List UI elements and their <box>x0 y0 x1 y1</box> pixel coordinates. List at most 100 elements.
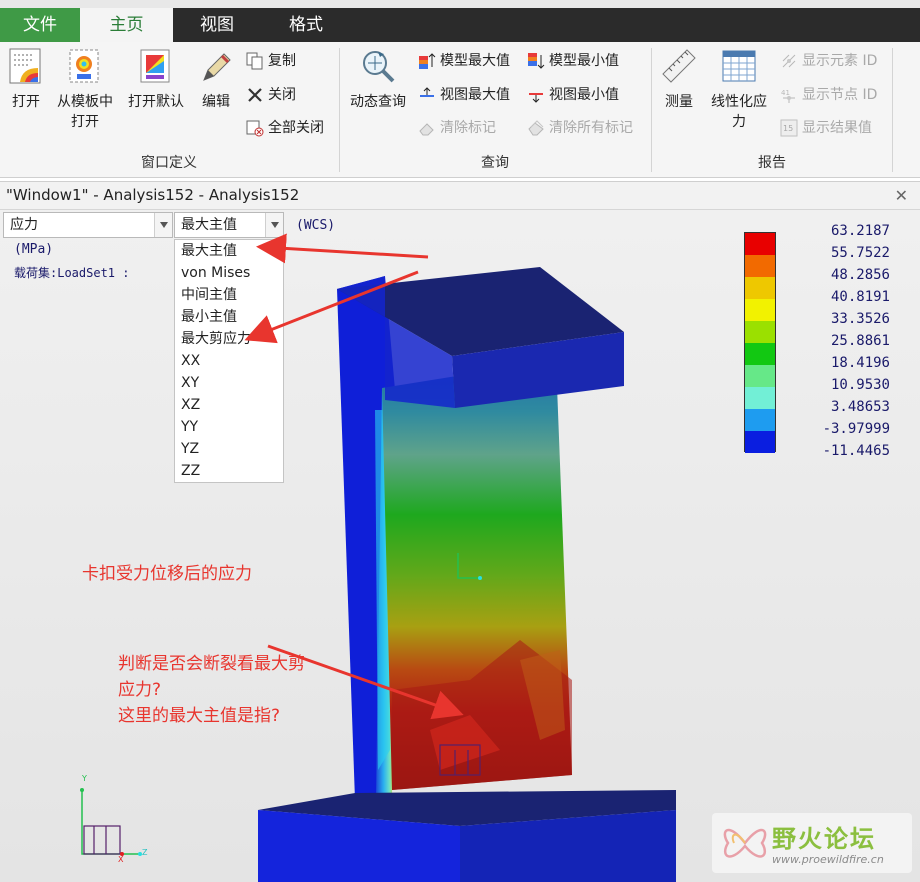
annotation-question-line-2: 应力? <box>118 680 162 700</box>
legend-value: -3.97999 <box>822 421 890 437</box>
top-strip <box>0 0 920 8</box>
legend-swatch <box>745 343 775 365</box>
option-xy[interactable]: XY <box>175 372 283 394</box>
legend-swatch <box>745 365 775 387</box>
chevron-down-icon <box>265 213 283 237</box>
triad-z-label: Z <box>142 848 148 857</box>
option-von-mises[interactable]: von Mises <box>175 262 283 284</box>
close-x-icon <box>246 86 264 104</box>
view-max-button[interactable]: 视图最大值 <box>418 82 510 108</box>
show-element-id-button[interactable]: 显示元素 ID <box>780 48 877 74</box>
annotation-question-line-1: 判断是否会断裂看最大剪 <box>118 654 305 674</box>
close-all-button[interactable]: 全部关闭 <box>246 115 324 141</box>
clear-marks-button[interactable]: 清除标记 <box>418 115 496 141</box>
tab-home[interactable]: 主页 <box>80 8 173 42</box>
open-from-template-button[interactable]: 从模板中 打开 <box>54 48 116 132</box>
model-max-icon <box>418 52 436 70</box>
load-set-label: 载荷集:LoadSet1 : <box>14 266 130 280</box>
option-xx[interactable]: XX <box>175 350 283 372</box>
legend-value: -11.4465 <box>822 443 890 459</box>
linearize-label-2: 力 <box>732 114 746 130</box>
open-result-icon <box>8 48 44 86</box>
view-max-icon <box>418 86 436 104</box>
model-max-button[interactable]: 模型最大值 <box>418 48 510 74</box>
linearize-label-1: 线性化应 <box>711 94 767 110</box>
element-id-icon <box>780 52 798 70</box>
view-min-icon <box>527 86 545 104</box>
svg-text:15: 15 <box>783 124 793 133</box>
result-quantity-value: 应力 <box>10 217 38 233</box>
butterfly-logo-icon <box>723 828 767 858</box>
option-mid-principal[interactable]: 中间主值 <box>175 284 283 306</box>
edit-button[interactable]: 编辑 <box>196 48 236 112</box>
view-max-label: 视图最大值 <box>440 87 510 103</box>
ribbon-panel: 打开 从模板中 打开 打开默认 编辑 复制 关闭 全部关闭 窗口定义 动态查询 … <box>0 42 920 178</box>
option-max-principal[interactable]: 最大主值 <box>175 240 283 262</box>
window-close-icon[interactable]: ✕ <box>895 186 908 205</box>
legend-value: 48.2856 <box>830 267 890 283</box>
option-yy[interactable]: YY <box>175 416 283 438</box>
result-value-icon: 15 <box>780 119 798 137</box>
group-separator <box>892 48 893 172</box>
model-min-button[interactable]: 模型最小值 <box>527 48 619 74</box>
option-xz[interactable]: XZ <box>175 394 283 416</box>
close-all-label: 全部关闭 <box>268 120 324 136</box>
option-yz[interactable]: YZ <box>175 438 283 460</box>
model-min-icon <box>527 52 545 70</box>
svg-text:41: 41 <box>781 89 790 97</box>
result-component-select[interactable]: 最大主值 <box>174 212 284 238</box>
close-button[interactable]: 关闭 <box>246 82 296 108</box>
tab-view[interactable]: 视图 <box>173 8 261 42</box>
legend-swatch <box>745 233 775 255</box>
open-template-label-1: 从模板中 <box>57 94 113 110</box>
group-label-window-def: 窗口定义 <box>141 155 197 171</box>
annotation-note: 卡扣受力位移后的应力 <box>82 564 252 584</box>
template-icon <box>67 48 103 86</box>
eraser-icon <box>418 119 436 137</box>
show-result-value-button[interactable]: 15 显示结果值 <box>780 115 872 141</box>
show-result-value-label: 显示结果值 <box>802 120 872 136</box>
legend-swatch <box>745 431 775 453</box>
close-all-icon <box>246 119 264 137</box>
eraser-all-icon <box>527 119 545 137</box>
legend-swatch <box>745 299 775 321</box>
triad-x-label: X <box>118 855 124 864</box>
view-min-label: 视图最小值 <box>549 87 619 103</box>
legend-value: 33.3526 <box>830 311 890 327</box>
chevron-down-icon <box>154 213 172 237</box>
annotation-question-line-3: 这里的最大主值是指? <box>118 706 281 726</box>
component-dropdown-list: 最大主值 von Mises 中间主值 最小主值 最大剪应力 XX XY XZ … <box>174 239 284 483</box>
ruler-icon <box>661 48 697 86</box>
dynamic-query-button[interactable]: 动态查询 <box>344 48 412 112</box>
copy-button[interactable]: 复制 <box>246 48 296 74</box>
forum-watermark: 野火论坛 www.proewildfire.cn <box>712 813 912 873</box>
measure-label: 测量 <box>665 94 693 110</box>
show-node-id-button[interactable]: 41 显示节点 ID <box>780 82 877 108</box>
linearize-stress-icon <box>721 48 757 86</box>
graphics-viewport[interactable]: 应力 最大主值 最大主值 von Mises 中间主值 最小主值 最大剪应力 X… <box>0 210 920 882</box>
result-window-titlebar: "Window1" - Analysis152 - Analysis152 ✕ <box>0 182 920 210</box>
option-zz[interactable]: ZZ <box>175 460 283 482</box>
open-button[interactable]: 打开 <box>6 48 46 112</box>
linearize-stress-button[interactable]: 线性化应 力 <box>706 48 772 132</box>
result-quantity-select[interactable]: 应力 <box>3 212 173 238</box>
watermark-title: 野火论坛 <box>772 825 876 853</box>
tab-file[interactable]: 文件 <box>0 8 80 42</box>
app-window: { "ribbon": { "tabs": [ {"label": "文件"},… <box>0 0 920 882</box>
tab-format[interactable]: 格式 <box>261 8 351 42</box>
measure-button[interactable]: 测量 <box>656 48 702 112</box>
legend-swatch <box>745 255 775 277</box>
legend-swatch <box>745 321 775 343</box>
view-min-button[interactable]: 视图最小值 <box>527 82 619 108</box>
option-max-shear[interactable]: 最大剪应力 <box>175 328 283 350</box>
clear-marks-label: 清除标记 <box>440 120 496 136</box>
color-legend <box>744 232 776 453</box>
legend-value: 3.48653 <box>830 399 890 415</box>
close-label: 关闭 <box>268 87 296 103</box>
clear-all-marks-button[interactable]: 清除所有标记 <box>527 115 633 141</box>
option-min-principal[interactable]: 最小主值 <box>175 306 283 328</box>
csys-label: (WCS) <box>296 218 336 233</box>
ribbon-tab-bar: 文件 主页 视图 格式 <box>0 8 920 42</box>
copy-label: 复制 <box>268 53 296 69</box>
open-default-button[interactable]: 打开默认 <box>124 48 188 112</box>
